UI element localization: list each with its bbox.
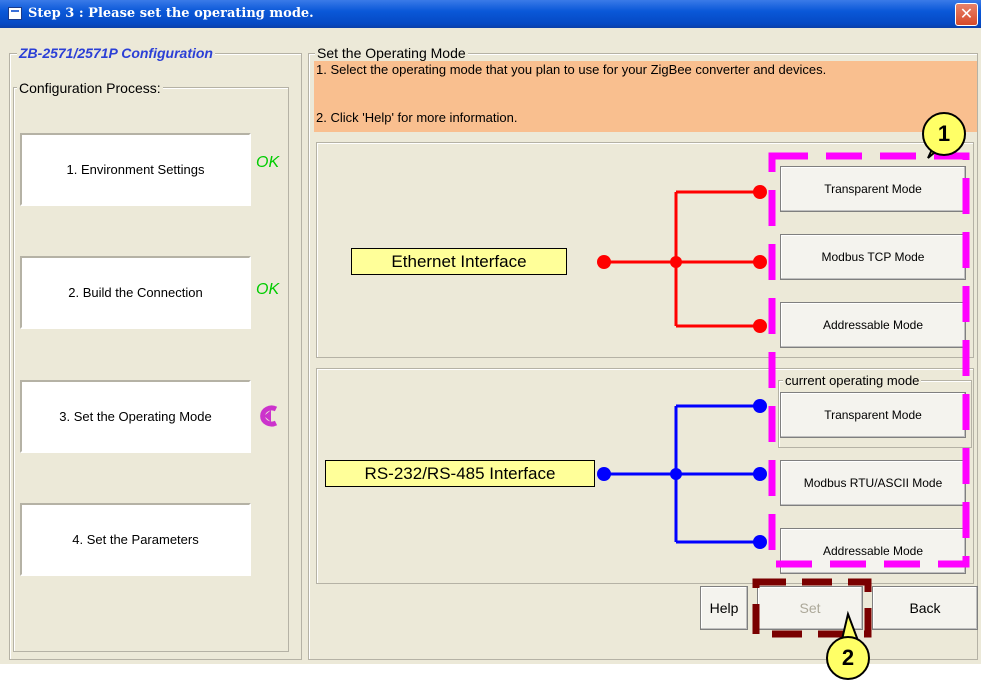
callout-1: 1 [922, 112, 966, 156]
callout-2: 2 [826, 636, 870, 680]
annotation-overlay [752, 126, 970, 650]
modes-highlight-box [768, 152, 970, 568]
